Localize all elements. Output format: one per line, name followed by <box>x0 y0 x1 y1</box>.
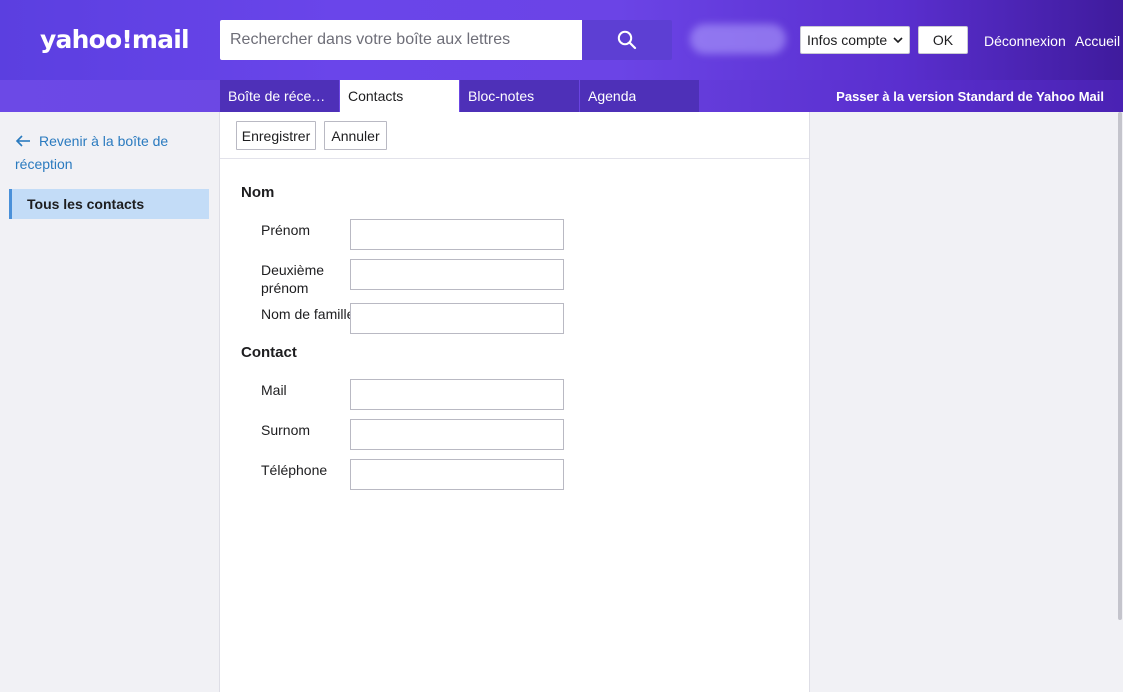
first-name-label: Prénom <box>261 222 311 238</box>
phone-field[interactable] <box>350 459 564 490</box>
account-select[interactable]: Infos compte <box>800 26 910 54</box>
right-panel <box>810 112 1123 692</box>
tab-calendar-label: Agenda <box>588 88 637 104</box>
toolbar: Enregistrer Annuler <box>220 112 809 159</box>
account-select-value: Infos compte <box>807 32 888 48</box>
save-button[interactable]: Enregistrer <box>236 121 316 150</box>
chevron-down-icon <box>893 36 903 43</box>
sidebar-item-label: Tous les contacts <box>27 196 145 212</box>
search-input[interactable] <box>220 20 582 60</box>
nickname-label: Surnom <box>261 422 311 438</box>
middle-name-field[interactable] <box>350 259 564 290</box>
tab-bar: Boîte de récepti... Contacts Bloc-notes … <box>0 80 1123 112</box>
back-to-inbox-label: Revenir à la boîte de réception <box>15 133 169 172</box>
logout-link[interactable]: Déconnexion <box>984 33 1066 49</box>
blurred-account-name <box>690 24 786 54</box>
search-icon <box>617 30 637 50</box>
home-link[interactable]: Accueil <box>1075 33 1120 49</box>
last-name-label: Nom de famille <box>261 306 355 322</box>
ok-button[interactable]: OK <box>918 26 968 54</box>
contact-form-panel: Enregistrer Annuler Nom Prénom Deuxième … <box>219 112 810 692</box>
tab-contacts-label: Contacts <box>348 88 404 104</box>
yahoo-mail-logo[interactable]: yahoo!mail <box>40 24 190 56</box>
last-name-field[interactable] <box>350 303 564 334</box>
tab-notepad-label: Bloc-notes <box>468 88 535 104</box>
tab-contacts[interactable]: Contacts <box>340 80 459 112</box>
tab-inbox[interactable]: Boîte de récepti... <box>220 80 339 112</box>
header: yahoo!mail Infos compte OK Déconnexion A… <box>0 0 1123 80</box>
mail-label: Mail <box>261 382 287 398</box>
search-button[interactable] <box>582 20 672 60</box>
cancel-button[interactable]: Annuler <box>324 121 387 150</box>
arrow-left-icon <box>15 131 31 153</box>
middle-name-label: Deuxième prénom <box>261 262 325 296</box>
tab-calendar[interactable]: Agenda <box>580 80 699 112</box>
mail-field[interactable] <box>350 379 564 410</box>
page-scrollbar[interactable] <box>1118 112 1122 620</box>
section-title-name: Nom <box>241 184 275 201</box>
sidebar-item-all-contacts[interactable]: Tous les contacts <box>9 189 209 219</box>
tab-notepad[interactable]: Bloc-notes <box>460 80 579 112</box>
tab-inbox-label: Boîte de récepti... <box>228 88 331 104</box>
phone-label: Téléphone <box>261 462 328 478</box>
nickname-field[interactable] <box>350 419 564 450</box>
switch-standard-version-link[interactable]: Passer à la version Standard de Yahoo Ma… <box>836 80 1104 112</box>
app-root: yahoo!mail Infos compte OK Déconnexion A… <box>0 0 1123 692</box>
first-name-field[interactable] <box>350 219 564 250</box>
back-to-inbox-link[interactable]: Revenir à la boîte de réception <box>15 130 205 175</box>
sidebar: Revenir à la boîte de réception Tous les… <box>0 112 219 692</box>
section-title-contact: Contact <box>241 344 297 361</box>
